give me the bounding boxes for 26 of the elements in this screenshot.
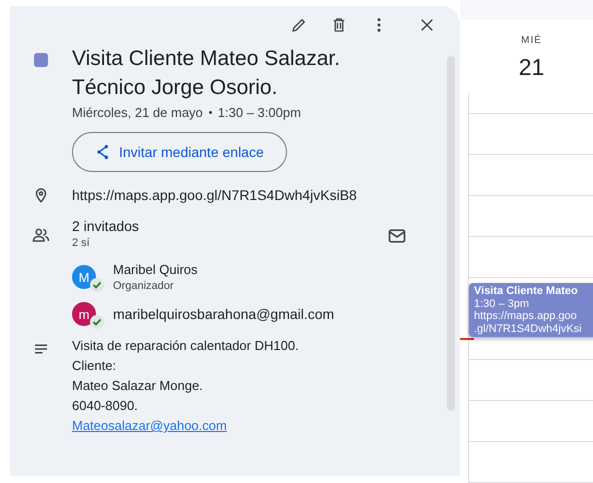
description-line: Cliente: — [72, 357, 118, 375]
description-line: 6040-8090. — [72, 397, 139, 415]
separator-dot-icon — [208, 111, 212, 114]
guest-name: maribelquirosbarahona@gmail.com — [113, 306, 334, 322]
guest-count: 2 invitados — [72, 218, 140, 234]
day-number[interactable]: 21 — [518, 54, 544, 81]
calendar-event[interactable]: Visita Cliente Mateo 1:30 – 3pm https://maps.app.goo .gl/N7R1S4Dwh4jvKsi — [469, 283, 593, 337]
location-link[interactable]: https://maps.app.goo.gl/N7R1S4Dwh4jvKsiB8 — [72, 187, 357, 203]
share-icon — [95, 144, 111, 160]
description-line: Mateo Salazar Monge. — [72, 377, 204, 395]
avatar: M — [72, 265, 96, 289]
edit-icon[interactable] — [290, 16, 308, 34]
event-title: Técnico Jorge Osorio. — [72, 75, 278, 101]
event-date: Miércoles, 21 de mayo — [72, 105, 203, 120]
email-link[interactable]: Mateosalazar@yahoo.com — [72, 416, 299, 436]
event-title: Visita Cliente Mateo Salazar. — [72, 46, 340, 72]
avatar: m — [72, 302, 96, 326]
description-line: Visita de reparación calentador DH100. — [72, 337, 299, 355]
invite-link-button[interactable]: Invitar mediante enlace — [72, 132, 287, 172]
event-time: 1:30 – 3:00pm — [218, 105, 301, 120]
current-time-line — [460, 338, 474, 340]
people-icon — [32, 226, 50, 244]
guest-role: Organizador — [113, 280, 175, 292]
guest-responses: 2 sí — [72, 237, 91, 249]
day-name: MIÉ — [521, 35, 542, 46]
guest-name: Maribel Quiros — [113, 262, 198, 277]
